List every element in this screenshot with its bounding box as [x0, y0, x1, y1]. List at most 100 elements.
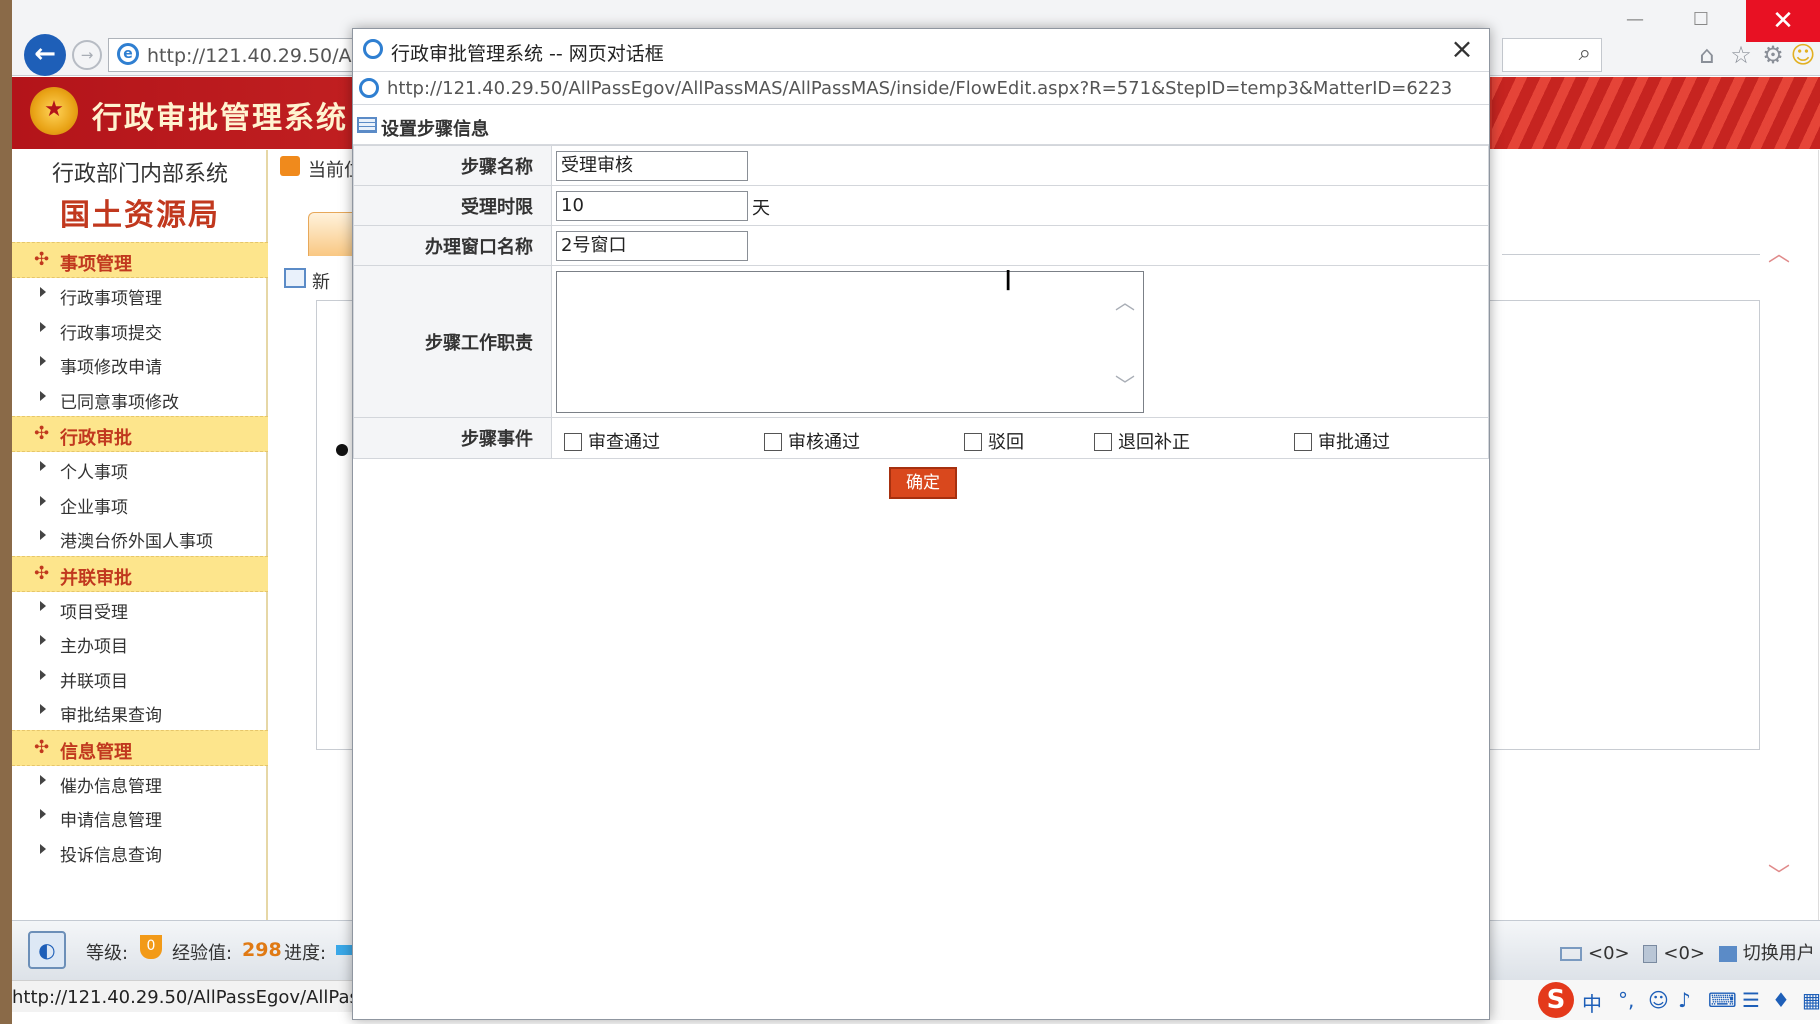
favorites-star-icon[interactable]: ☆	[1726, 40, 1756, 70]
search-box[interactable]: ⌕	[1502, 38, 1602, 72]
smiley-feedback-icon[interactable]: ☺	[1788, 40, 1818, 70]
level-badge-icon: 0	[140, 935, 162, 959]
address-bar[interactable]: e http://121.40.29.50/AllPass	[108, 38, 368, 72]
ime-emoji-icon[interactable]: ☺	[1648, 988, 1669, 1012]
settings-gear-icon[interactable]: ⚙	[1758, 40, 1788, 70]
menu-group-label: 事项管理	[60, 254, 132, 275]
event-checkbox-group: 审查通过 审核通过 驳回 退回补正 审批通过	[556, 418, 1488, 458]
sidebar: 行政部门内部系统 国土资源局 ✣ 事项管理 行政事项管理 行政事项提交 事项修改申…	[12, 150, 268, 920]
forward-arrow-icon[interactable]: →	[72, 40, 102, 70]
sidebar-item-label: 项目受理	[60, 602, 128, 623]
sidebar-item-label: 申请信息管理	[60, 811, 162, 831]
flow-node[interactable]	[336, 444, 348, 456]
menu-group-approval[interactable]: ✣ 行政审批	[12, 416, 268, 452]
new-item-label[interactable]: 新	[312, 268, 330, 294]
event-label: 驳回	[988, 432, 1024, 453]
scroll-down-icon[interactable]: ﹀	[1115, 369, 1135, 398]
sidebar-item[interactable]: 企业事项	[12, 487, 268, 522]
step-name-input[interactable]: 受理审核	[556, 150, 748, 181]
ime-keyboard-icon[interactable]: ⌨	[1708, 988, 1737, 1012]
dept-title: 行政部门内部系统	[51, 162, 228, 187]
sidebar-menu: ✣ 事项管理 行政事项管理 行政事项提交 事项修改申请 已同意事项修改 ✣ 行政审批…	[12, 242, 268, 869]
arrow-right-icon	[40, 809, 46, 819]
group-expand-icon: ✣	[34, 562, 50, 584]
sidebar-item[interactable]: 项目受理	[12, 592, 268, 627]
progress-label: 进度:	[284, 943, 327, 964]
sogou-ime-icon[interactable]: S	[1538, 982, 1574, 1018]
sidebar-item[interactable]: 申请信息管理	[12, 800, 268, 835]
sidebar-item[interactable]: 投诉信息查询	[12, 835, 268, 870]
time-limit-cell: 10 天	[551, 185, 1489, 226]
sidebar-item-label: 主办项目	[60, 637, 128, 657]
maximize-button[interactable]: ☐	[1668, 0, 1734, 42]
arrow-right-icon	[40, 635, 46, 645]
checkbox-icon[interactable]	[1294, 433, 1312, 451]
breadcrumb-icon	[280, 156, 300, 176]
menu-group-info[interactable]: ✣ 信息管理	[12, 729, 268, 766]
ime-punctuation-icon[interactable]: °,	[1618, 988, 1634, 1012]
address-url: http://121.40.29.50/AllPass	[147, 45, 367, 67]
checkbox-icon[interactable]	[1094, 433, 1112, 451]
sidebar-item[interactable]: 事项修改申请	[12, 347, 268, 382]
event-checkbox[interactable]: 审查通过	[564, 428, 660, 454]
window-name-input[interactable]: 2号窗口	[556, 230, 748, 261]
sidebar-item[interactable]: 催办信息管理	[12, 766, 268, 801]
message-icon[interactable]	[1643, 945, 1658, 963]
back-arrow-icon[interactable]: ←	[24, 34, 66, 76]
sidebar-item[interactable]: 个人事项	[12, 452, 268, 487]
ime-chinese-mode-icon[interactable]: 中	[1582, 988, 1602, 1017]
sidebar-item-label: 港澳台侨外国人事项	[60, 532, 213, 552]
time-limit-input[interactable]: 10	[556, 190, 748, 221]
scroll-up-icon[interactable]: ︿	[1768, 236, 1790, 268]
event-checkbox[interactable]: 驳回	[964, 428, 1024, 454]
menu-group-label: 信息管理	[60, 741, 132, 763]
sidebar-item[interactable]: 行政事项提交	[12, 313, 268, 348]
event-checkbox[interactable]: 退回补正	[1094, 428, 1190, 454]
dialog-address-bar: http://121.40.29.50/AllPassEgov/AllPassM…	[353, 71, 1489, 105]
close-window-button[interactable]: ✕	[1746, 0, 1820, 42]
sidebar-item-label: 行政事项管理	[60, 289, 162, 309]
step-settings-dialog: 行政审批管理系统 -- 网页对话框 × http://121.40.29.50/…	[352, 28, 1490, 1020]
sidebar-item[interactable]: 并联项目	[12, 661, 268, 696]
scroll-up-icon[interactable]: ︿	[1115, 286, 1135, 315]
ime-skin-icon[interactable]: ♦	[1772, 988, 1790, 1012]
menu-group-parallel[interactable]: ✣ 并联审批	[12, 555, 268, 592]
sidebar-item[interactable]: 行政事项管理	[12, 278, 268, 313]
scroll-down-icon[interactable]: ﹀	[1768, 858, 1790, 890]
mail-icon[interactable]	[1560, 947, 1582, 961]
window-name-cell: 2号窗口	[551, 225, 1489, 266]
switch-user-icon[interactable]	[1718, 946, 1737, 962]
minimize-button[interactable]: —	[1602, 0, 1668, 42]
switch-user-link[interactable]: 切换用户	[1743, 943, 1815, 964]
banner-building-art	[1492, 77, 1820, 149]
arrow-right-icon	[40, 321, 46, 332]
sidebar-item[interactable]: 港澳台侨外国人事项	[12, 521, 268, 556]
dialog-titlebar: 行政审批管理系统 -- 网页对话框 ×	[353, 29, 1489, 71]
duty-textarea[interactable]: ︿ ﹀	[556, 270, 1144, 413]
home-icon[interactable]: ⌂	[1692, 40, 1722, 70]
time-limit-label: 受理时限	[353, 185, 552, 226]
event-checkbox[interactable]: 审批通过	[1294, 428, 1390, 454]
events-cell: 审查通过 审核通过 驳回 退回补正 审批通过	[551, 417, 1489, 459]
text-cursor-icon: I	[1004, 264, 1013, 297]
checkbox-icon[interactable]	[964, 433, 982, 451]
sidebar-item[interactable]: 已同意事项修改	[12, 382, 268, 417]
ime-voice-icon[interactable]: ♪	[1678, 988, 1691, 1012]
checkbox-icon[interactable]	[764, 433, 782, 451]
sidebar-item[interactable]: 审批结果查询	[12, 695, 268, 730]
ime-menu-icon[interactable]: ▦	[1802, 988, 1820, 1012]
event-label: 审查通过	[588, 432, 660, 453]
form-row-step-name: 步骤名称 受理审核	[353, 145, 1489, 186]
message-count[interactable]: <0>	[1663, 943, 1705, 964]
sidebar-item[interactable]: 主办项目	[12, 626, 268, 661]
checkbox-icon[interactable]	[564, 433, 582, 451]
menu-group-items[interactable]: ✣ 事项管理	[12, 242, 268, 278]
new-item-icon[interactable]	[284, 268, 306, 288]
mail-count[interactable]: <0>	[1588, 943, 1630, 964]
event-checkbox[interactable]: 审核通过	[764, 428, 860, 454]
form-row-duty: 步骤工作职责 ︿ ﹀	[353, 265, 1489, 418]
arrow-right-icon	[40, 356, 46, 366]
ime-toolbox-icon[interactable]: ☰	[1742, 988, 1760, 1012]
dialog-close-button[interactable]: ×	[1447, 35, 1477, 65]
confirm-button[interactable]: 确定	[889, 467, 957, 499]
